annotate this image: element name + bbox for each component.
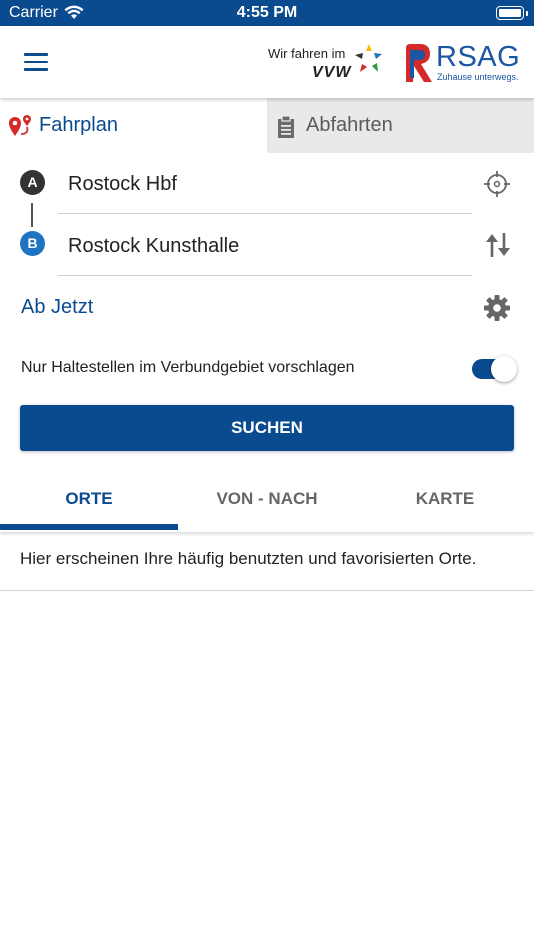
- tab-fahrplan-label: Fahrplan: [39, 114, 118, 136]
- empty-state-text: Hier erscheinen Ihre häufig benutzten un…: [20, 549, 477, 568]
- rsag-logo-text: RSAG: [436, 41, 521, 73]
- menu-icon[interactable]: [24, 53, 48, 71]
- departure-time-option[interactable]: Ab Jetzt: [21, 296, 93, 319]
- origin-badge: A: [20, 170, 45, 195]
- swap-arrows-icon[interactable]: [484, 231, 512, 259]
- vvw-star-icon: [355, 44, 382, 72]
- destination-badge: B: [20, 231, 45, 256]
- origin-underline: [58, 213, 472, 214]
- rsag-logo-icon: [406, 44, 432, 82]
- tab-karte[interactable]: KARTE: [356, 489, 534, 509]
- tab-abfahrten-label: Abfahrten: [306, 114, 393, 136]
- sub-tabs: ORTE VON - NACH KARTE: [0, 470, 534, 532]
- tab-von-nach[interactable]: VON - NACH: [178, 489, 356, 509]
- origin-row[interactable]: A Rostock Hbf: [0, 153, 534, 215]
- destination-underline: [58, 275, 472, 276]
- active-tab-indicator: [0, 524, 178, 530]
- destination-row[interactable]: B Rostock Kunsthalle: [0, 215, 534, 277]
- battery-icon: [496, 6, 524, 20]
- verbund-filter-label: Nur Haltestellen im Verbundgebiet vorsch…: [21, 359, 355, 376]
- search-button[interactable]: SUCHEN: [20, 405, 514, 451]
- toggle-knob: [491, 356, 517, 382]
- vvw-tagline: Wir fahren im: [268, 46, 346, 61]
- status-time: 4:55 PM: [236, 4, 298, 21]
- vvw-logo-text: VVW: [312, 64, 352, 81]
- rsag-tagline: Zuhause unterwegs.: [437, 72, 519, 82]
- locate-crosshair-icon[interactable]: [484, 171, 510, 197]
- tab-fahrplan[interactable]: Fahrplan: [0, 98, 267, 153]
- origin-field[interactable]: Rostock Hbf: [68, 173, 177, 196]
- app-header: Wir fahren im VVW RSAG Zuhause unterwegs…: [0, 26, 534, 98]
- status-bar: Carrier 4:55 PM: [0, 0, 534, 26]
- destination-field[interactable]: Rostock Kunsthalle: [68, 235, 239, 258]
- departures-board-icon: [278, 115, 294, 138]
- battery-tip: [526, 11, 528, 16]
- list-divider: [0, 590, 534, 591]
- tab-orte[interactable]: ORTE: [0, 489, 178, 509]
- settings-gear-icon[interactable]: [483, 294, 511, 322]
- verbund-filter-toggle[interactable]: [472, 356, 517, 382]
- route-pin-icon: [9, 115, 31, 136]
- tab-abfahrten[interactable]: Abfahrten: [267, 98, 534, 153]
- mode-tabs: Fahrplan Abfahrten: [0, 98, 534, 153]
